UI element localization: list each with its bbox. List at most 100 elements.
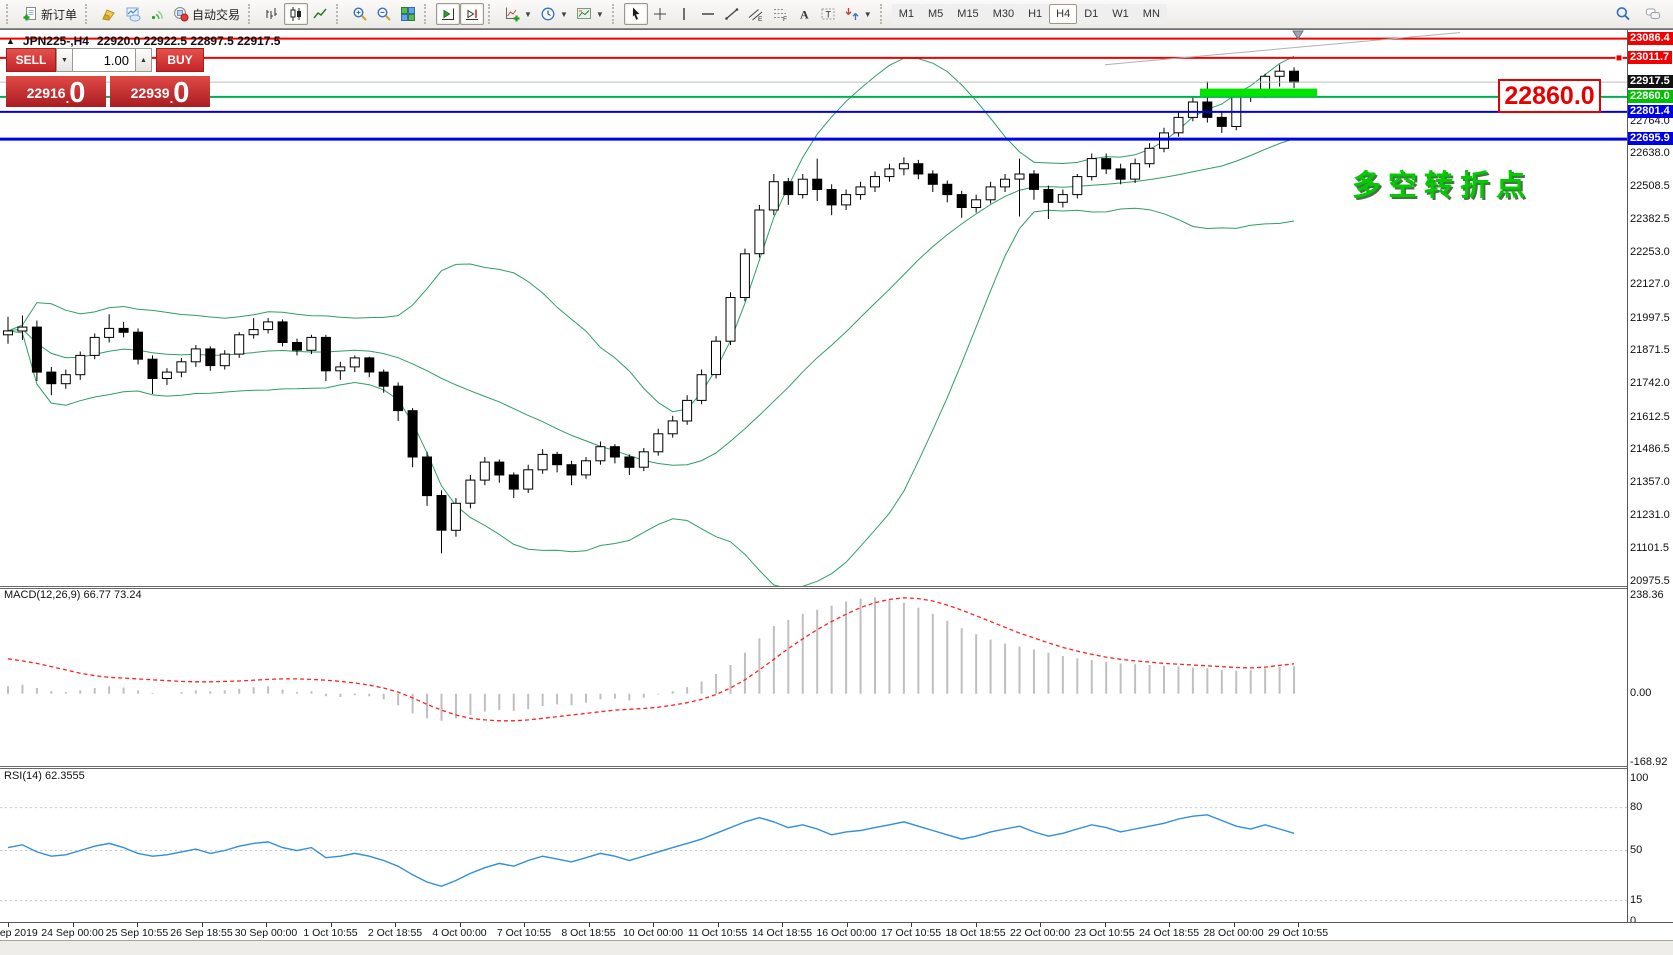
terminal-window: 新订单 自动交易 ▼ ▼ ▼ E F AT ▼ M1M5M15M30H1H4D1W1MN 2276…: [0, 0, 1673, 955]
shift-end-icon: [440, 6, 456, 22]
price-axis[interactable]: 22764.022638.022508.522382.522253.022127…: [1627, 30, 1673, 922]
price-axis-label: 22917.5: [1628, 75, 1673, 88]
clock-icon: [540, 6, 556, 22]
buy-button[interactable]: BUY: [156, 48, 204, 72]
shift-end-button[interactable]: [436, 3, 460, 25]
timeframe-m1-button[interactable]: M1: [892, 4, 921, 24]
time-axis-label: 23 Oct 10:55: [1074, 927, 1134, 939]
toolbar-group-grip[interactable]: [248, 4, 257, 24]
price-axis-label: 23011.7: [1628, 51, 1672, 64]
timeframe-mn-button[interactable]: MN: [1136, 4, 1167, 24]
main-price-chart[interactable]: [0, 30, 1627, 586]
time-axis-label: 4 Oct 00:00: [432, 927, 486, 939]
price-axis-label: 21231.0: [1630, 509, 1670, 521]
candles-button[interactable]: [284, 3, 308, 25]
macd-pane[interactable]: [0, 589, 1627, 766]
channel-button[interactable]: E: [744, 3, 768, 25]
panel-collapse-arrow[interactable]: ▲: [6, 36, 15, 46]
svg-text:F: F: [783, 16, 787, 22]
time-axis-label: 10 Oct 00:00: [623, 927, 683, 939]
toolbar-group-grip[interactable]: [424, 4, 433, 24]
timeframe-m5-button[interactable]: M5: [921, 4, 950, 24]
crosshair-button[interactable]: [648, 3, 672, 25]
autoscroll-button[interactable]: [460, 3, 484, 25]
label-button[interactable]: T: [816, 3, 840, 25]
timeframe-d1-button[interactable]: D1: [1077, 4, 1105, 24]
rsi-pane[interactable]: [0, 770, 1627, 922]
time-axis-label: 18 Oct 18:55: [945, 927, 1005, 939]
text-button[interactable]: A: [792, 3, 816, 25]
sell-button[interactable]: SELL: [6, 48, 56, 72]
chart-cloud-button[interactable]: [121, 3, 145, 25]
price-axis-label: 21742.0: [1630, 377, 1670, 389]
text-icon: A: [796, 6, 812, 22]
sell-price-display[interactable]: 22916.0: [6, 76, 106, 107]
toolbar-group-grip[interactable]: [336, 4, 345, 24]
chat-button[interactable]: [1641, 3, 1665, 25]
price-axis-label: 0.00: [1630, 687, 1651, 699]
buy-price-display[interactable]: 22939.0: [110, 76, 210, 107]
autotrade-icon: [173, 6, 189, 22]
add-indicator-button[interactable]: ▼: [500, 3, 536, 25]
timeframe-m30-button[interactable]: M30: [986, 4, 1021, 24]
toolbar-group-grip[interactable]: [880, 4, 889, 24]
vline-button[interactable]: [672, 3, 696, 25]
hline-button[interactable]: [696, 3, 720, 25]
add-indicator-dropdown-arrow[interactable]: ▼: [524, 10, 532, 19]
chart-window[interactable]: 22764.022638.022508.522382.522253.022127…: [0, 29, 1673, 941]
time-axis-label: 30 Sep 00:00: [235, 927, 297, 939]
time-axis-label: 16 Oct 00:00: [816, 927, 876, 939]
toolbar-group-grip[interactable]: [85, 4, 94, 24]
price-axis-label: 21486.5: [1630, 443, 1670, 455]
tile-windows-button[interactable]: [396, 3, 420, 25]
line-chart-button[interactable]: [308, 3, 332, 25]
label-icon: T: [820, 6, 836, 22]
time-axis[interactable]: 20 Sep 201924 Sep 00:0025 Sep 10:5526 Se…: [0, 922, 1673, 940]
volume-increase-button[interactable]: ▲: [135, 48, 152, 72]
trend-note-text[interactable]: 多空转折点: [1352, 162, 1532, 204]
trendline-button[interactable]: [720, 3, 744, 25]
zoom-out-button[interactable]: [372, 3, 396, 25]
signal-button[interactable]: [145, 3, 169, 25]
template-dropdown-arrow[interactable]: ▼: [596, 10, 604, 19]
timeframe-m15-button[interactable]: M15: [950, 4, 985, 24]
price-axis-label: 22382.5: [1630, 213, 1670, 225]
toolbar: 新订单 自动交易 ▼ ▼ ▼ E F AT ▼ M1M5M15M30H1H4D1W1MN: [0, 0, 1673, 29]
price-axis-label: 100: [1630, 772, 1648, 784]
volume-decrease-button[interactable]: ▼: [56, 48, 73, 72]
search-button[interactable]: [1611, 3, 1635, 25]
signal-icon: [149, 6, 165, 22]
toolbar-group-grip[interactable]: [488, 4, 497, 24]
new-order-icon: [22, 6, 38, 22]
arrows-button[interactable]: ▼: [840, 3, 876, 25]
chart-title: ▲ JPN225-,H4 22920.0 22922.5 22897.5 229…: [6, 34, 280, 48]
line-chart-icon: [312, 6, 328, 22]
add-indicator-icon: [504, 6, 520, 22]
timeframe-h4-button[interactable]: H4: [1049, 4, 1077, 24]
timeframe-h1-button[interactable]: H1: [1021, 4, 1049, 24]
toolbar-group-grip[interactable]: [6, 4, 15, 24]
volume-input[interactable]: [73, 48, 135, 72]
time-axis-label: 17 Oct 10:55: [881, 927, 941, 939]
pane-splitter-rsi[interactable]: [0, 766, 1673, 769]
timeframe-w1-button[interactable]: W1: [1105, 4, 1136, 24]
price-axis-label: 15: [1630, 894, 1642, 906]
clock-dropdown-arrow[interactable]: ▼: [560, 10, 568, 19]
cursor-button[interactable]: [624, 3, 648, 25]
arrows-dropdown-arrow[interactable]: ▼: [864, 10, 872, 19]
bar-chart-button[interactable]: [260, 3, 284, 25]
highlighter-button[interactable]: [97, 3, 121, 25]
new-order-button[interactable]: 新订单: [18, 3, 81, 25]
price-axis-label: -168.92: [1630, 756, 1667, 768]
template-button[interactable]: ▼: [572, 3, 608, 25]
bar-chart-icon: [264, 6, 280, 22]
clock-button[interactable]: ▼: [536, 3, 572, 25]
toolbar-group-grip[interactable]: [612, 4, 621, 24]
zoom-in-button[interactable]: [348, 3, 372, 25]
fibo-button[interactable]: F: [768, 3, 792, 25]
template-icon: [576, 6, 592, 22]
status-bar: [0, 940, 1673, 955]
autotrade-button[interactable]: 自动交易: [169, 3, 244, 25]
price-annotation-box[interactable]: 22860.0: [1498, 79, 1601, 113]
price-axis-label: 20975.5: [1630, 575, 1670, 587]
